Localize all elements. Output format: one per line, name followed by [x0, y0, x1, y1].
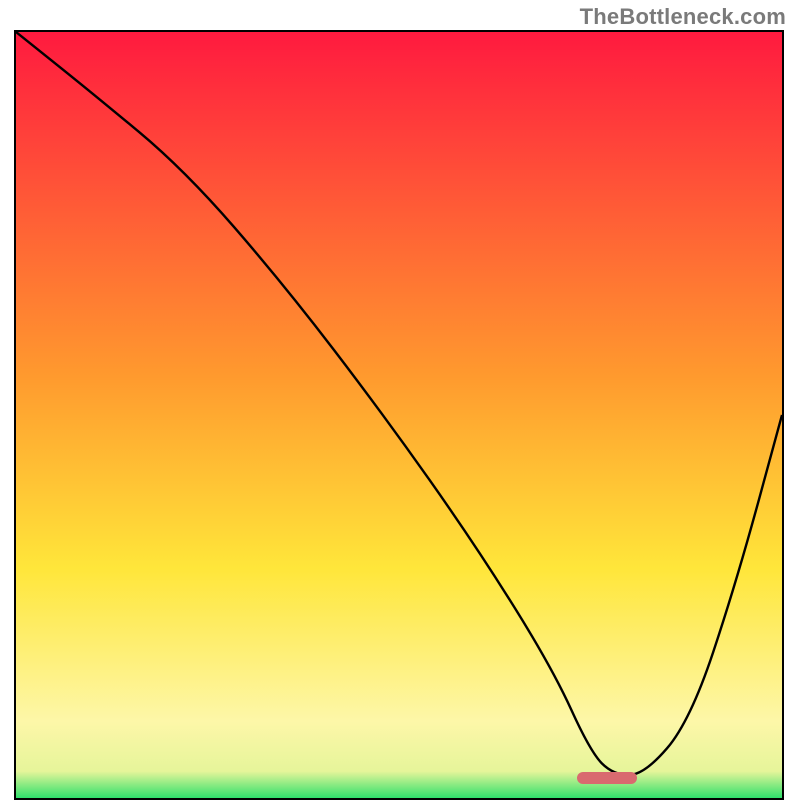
- bottleneck-curve: [16, 32, 782, 798]
- watermark-text: TheBottleneck.com: [580, 4, 786, 30]
- optimum-marker: [577, 772, 637, 784]
- curve-path: [16, 32, 782, 775]
- chart-frame: [14, 30, 784, 800]
